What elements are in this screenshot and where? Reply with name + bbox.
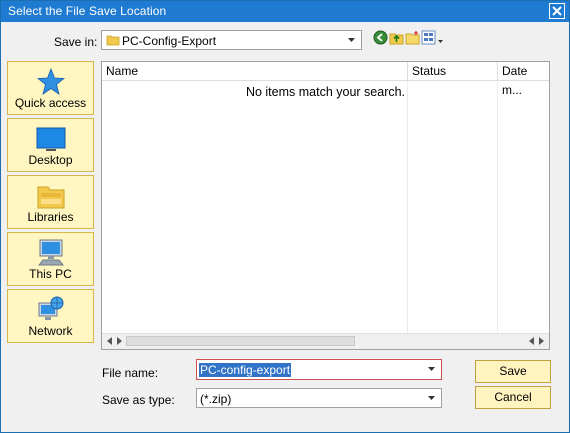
place-network[interactable]: Network	[7, 289, 94, 343]
save-button[interactable]: Save	[475, 360, 551, 383]
scroll-right-icon[interactable]	[115, 337, 123, 345]
column-header-label: Status	[412, 64, 447, 78]
close-button[interactable]	[549, 3, 565, 19]
save-dialog: Select the File Save Location Save in: P…	[0, 0, 570, 433]
back-icon	[373, 30, 388, 45]
view-menu-icon	[421, 30, 443, 45]
empty-message: No items match your search.	[245, 85, 406, 99]
view-menu-button[interactable]	[421, 30, 445, 45]
chevron-down-icon	[428, 367, 435, 371]
save-in-dropdown[interactable]: PC-Config-Export	[101, 30, 362, 50]
back-button[interactable]	[373, 30, 390, 45]
new-folder-icon	[405, 31, 420, 45]
file-list[interactable]: Name Status Date m... No items match you…	[101, 61, 550, 350]
new-folder-button[interactable]	[405, 30, 422, 45]
star-icon	[36, 67, 66, 95]
close-icon	[552, 6, 562, 16]
up-folder-icon	[389, 33, 404, 45]
column-header-name[interactable]: Name	[102, 62, 408, 81]
column-header-date[interactable]: Date m...	[498, 62, 549, 97]
place-label: Libraries	[27, 210, 74, 224]
column-header-label: Name	[106, 64, 139, 78]
libraries-icon	[37, 186, 65, 209]
column-divider	[497, 81, 498, 333]
file-name-label: File name:	[102, 366, 159, 380]
save-as-type-dropdown[interactable]: (*.zip)	[196, 388, 442, 408]
scroll-right-icon[interactable]	[537, 337, 545, 345]
save-as-type-value: (*.zip)	[200, 392, 232, 406]
horizontal-scrollbar[interactable]	[102, 333, 549, 349]
save-in-label: Save in:	[54, 35, 98, 49]
scrollbar-thumb[interactable]	[126, 336, 355, 346]
scroll-left-icon[interactable]	[528, 337, 536, 345]
title-bar[interactable]: Select the File Save Location	[1, 1, 569, 22]
chevron-down-icon	[428, 396, 435, 400]
column-divider	[407, 81, 408, 333]
folder-icon	[106, 35, 120, 46]
file-name-input[interactable]: PC-config-export	[196, 359, 442, 380]
place-quick-access[interactable]: Quick access	[7, 61, 94, 115]
cancel-button[interactable]: Cancel	[475, 386, 551, 409]
up-folder-button[interactable]	[389, 30, 406, 45]
desktop-icon	[36, 127, 66, 151]
place-desktop[interactable]: Desktop	[7, 118, 94, 172]
computer-icon	[37, 239, 65, 266]
place-label: Desktop	[28, 153, 73, 167]
column-header-status[interactable]: Status	[408, 62, 498, 81]
file-name-value: PC-config-export	[199, 363, 292, 377]
save-in-value: PC-Config-Export	[122, 34, 217, 48]
place-label: Quick access	[14, 96, 87, 110]
place-label: This PC	[29, 267, 72, 281]
place-label: Network	[28, 324, 73, 338]
chevron-down-icon	[348, 38, 355, 42]
network-icon	[38, 296, 64, 320]
place-this-pc[interactable]: This PC	[7, 232, 94, 286]
save-as-type-label: Save as type:	[102, 393, 175, 407]
place-libraries[interactable]: Libraries	[7, 175, 94, 229]
scroll-left-icon[interactable]	[106, 337, 114, 345]
window-title: Select the File Save Location	[8, 4, 167, 18]
